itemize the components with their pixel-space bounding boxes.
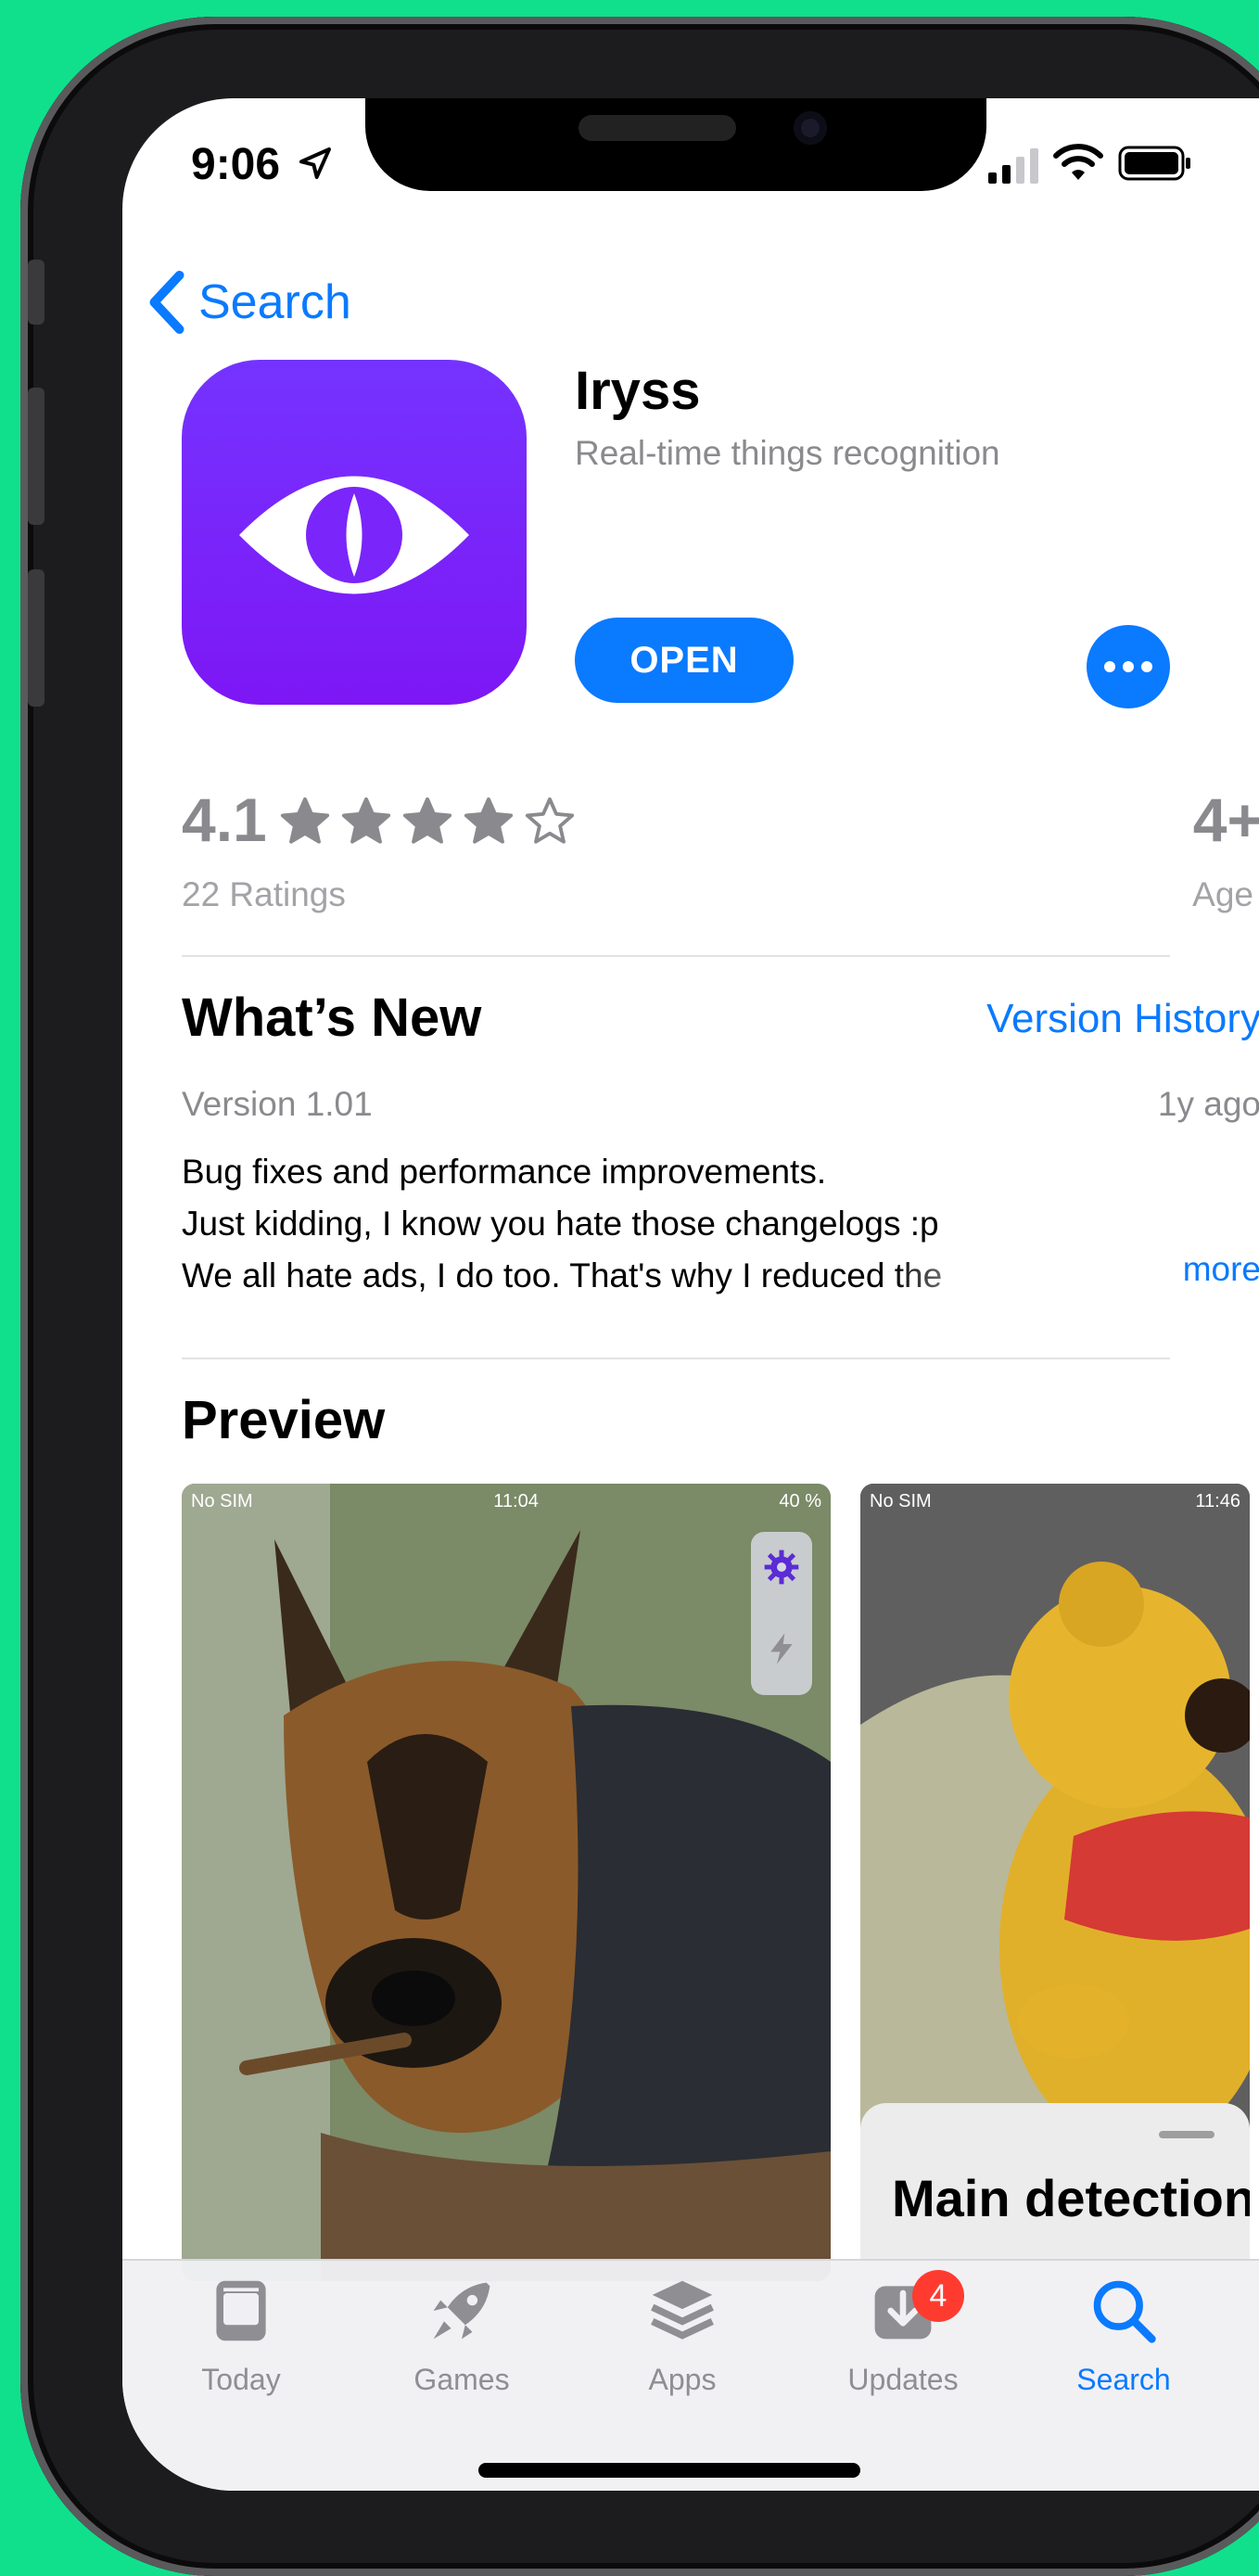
more-link[interactable]: more xyxy=(1183,1250,1259,1289)
star-filled-icon xyxy=(464,797,514,844)
star-empty-icon xyxy=(525,797,575,844)
speaker xyxy=(579,115,736,141)
status-time: 9:06 xyxy=(191,140,281,189)
today-icon xyxy=(216,2280,266,2341)
divider xyxy=(182,955,1170,957)
layers-icon xyxy=(651,2280,714,2340)
rating-count: 22 Ratings xyxy=(182,875,346,913)
version-history-link[interactable]: Version History xyxy=(986,996,1259,1042)
tab-label: Apps xyxy=(648,2363,717,2396)
sheet-handle xyxy=(1159,2131,1214,2138)
rocket-icon xyxy=(433,2282,490,2340)
battery-icon xyxy=(1118,146,1190,181)
sheet-title: Main detection xyxy=(892,2169,1250,2227)
back-button[interactable]: Search xyxy=(146,265,351,339)
age-rating: 4+ xyxy=(1192,785,1259,854)
preview-battery: 40 % xyxy=(779,1491,821,1511)
more-options-button[interactable] xyxy=(1087,625,1170,708)
tab-search[interactable]: Search xyxy=(1031,2276,1216,2397)
eye-logo-icon xyxy=(239,476,469,594)
tab-label: Search xyxy=(1076,2363,1171,2396)
app-subtitle: Real-time things recognition xyxy=(575,434,1000,472)
ellipsis-dot xyxy=(1104,661,1115,672)
settings-gear-icon xyxy=(764,1549,799,1585)
star-filled-icon xyxy=(341,797,391,844)
ellipsis-dot xyxy=(1141,661,1152,672)
ellipsis-dot xyxy=(1123,661,1134,672)
dog-photo xyxy=(182,1484,831,2281)
preview-time: 11:46 xyxy=(1195,1491,1240,1511)
cellular-signal-icon xyxy=(988,148,1038,184)
chevron-left-icon xyxy=(149,270,184,335)
home-indicator xyxy=(478,2463,860,2478)
preview-time: 11:04 xyxy=(493,1491,539,1511)
preview-carrier: No SIM xyxy=(191,1491,253,1511)
tab-updates[interactable]: Updates 4 xyxy=(810,2270,996,2397)
app-name: Iryss xyxy=(575,361,701,421)
volume-up-button xyxy=(28,388,45,525)
tab-label: Updates xyxy=(847,2363,959,2396)
release-note-line: Just kidding, I know you hate those chan… xyxy=(182,1205,939,1243)
tab-today[interactable]: Today xyxy=(148,2276,334,2397)
search-icon xyxy=(1093,2280,1156,2343)
tab-apps[interactable]: Apps xyxy=(590,2276,775,2397)
star-filled-icon xyxy=(280,797,330,844)
tab-label: Games xyxy=(413,2363,510,2396)
release-notes: Bug fixes and performance improvements. … xyxy=(182,1146,1016,1302)
app-icon[interactable] xyxy=(182,360,527,705)
screen: 9:06 Search Iryss Real-time things recog… xyxy=(122,98,1259,2491)
notch xyxy=(365,98,986,191)
preview-screenshot[interactable]: No SIM 11:04 40 % xyxy=(182,1484,831,2281)
star-filled-icon xyxy=(402,797,452,844)
location-arrow-icon xyxy=(299,147,331,179)
open-button[interactable]: OPEN xyxy=(575,618,794,703)
preview-screenshot[interactable]: No SIM 11:46 Main detection xyxy=(860,1484,1250,2281)
preview-title: Preview xyxy=(182,1390,386,1450)
whats-new-title: What’s New xyxy=(182,988,482,1048)
release-note-line: Bug fixes and performance improvements. xyxy=(182,1153,827,1191)
star-rating xyxy=(278,784,577,859)
back-label: Search xyxy=(198,275,351,329)
tab-bar: Today Games Apps Updates 4 Search xyxy=(122,2259,1259,2491)
detection-sheet: Main detection xyxy=(860,2103,1250,2281)
release-age: 1y ago xyxy=(1157,1085,1259,1123)
preview-status-bar: No SIM 11:46 xyxy=(870,1491,1240,1512)
preview-status-bar: No SIM 11:04 40 % xyxy=(191,1491,821,1512)
age-label: Age xyxy=(1192,875,1253,913)
updates-badge: 4 xyxy=(912,2270,964,2322)
wifi-icon xyxy=(1053,144,1103,180)
divider xyxy=(182,1358,1170,1359)
release-note-line: We all hate ads, I do too. That's why I … xyxy=(182,1256,943,1294)
mute-switch xyxy=(28,260,45,325)
preview-toolbar xyxy=(751,1532,812,1695)
tab-games[interactable]: Games xyxy=(369,2276,554,2397)
rating-value: 4.1 xyxy=(182,785,267,854)
phone-frame: 9:06 Search Iryss Real-time things recog… xyxy=(20,17,1259,2576)
version-label: Version 1.01 xyxy=(182,1085,373,1123)
front-camera xyxy=(794,111,827,145)
volume-down-button xyxy=(28,569,45,707)
flash-icon xyxy=(770,1633,793,1664)
tab-label: Today xyxy=(201,2363,281,2396)
preview-carrier: No SIM xyxy=(870,1491,932,1511)
